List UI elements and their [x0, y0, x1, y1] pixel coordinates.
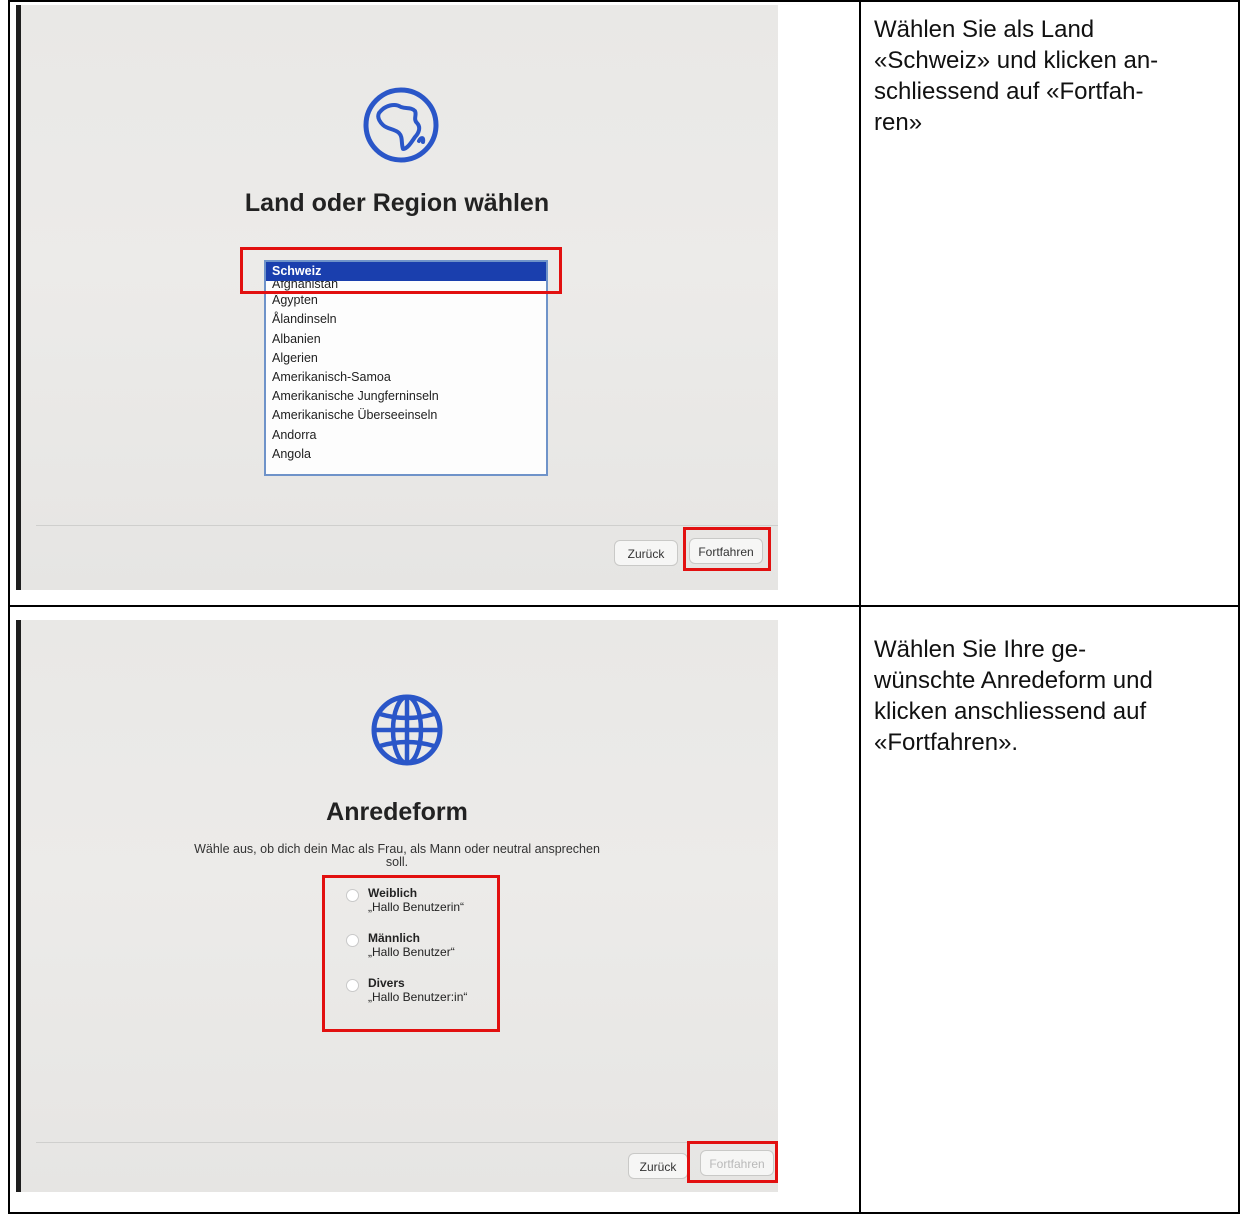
instruction-line: klicken anschliessend auf: [874, 698, 1147, 725]
footer-divider: [36, 1142, 778, 1143]
instruction-line: «Schweiz» und klicken an-: [874, 47, 1159, 74]
screen-bezel: [16, 620, 21, 1192]
list-item[interactable]: Amerikanische Überseeinseln: [266, 406, 546, 425]
highlight-box: [687, 1141, 778, 1183]
instruction-text: Wählen Sie Ihre ge- wünschte Anredeform …: [874, 634, 1219, 758]
back-button[interactable]: Zurück: [614, 540, 678, 566]
subtitle-line: soll.: [385, 855, 409, 869]
table-border-bottom: [8, 1212, 1240, 1214]
instruction-line: wünschte Anredeform und: [874, 667, 1153, 694]
globe-grid-icon: [371, 694, 443, 766]
instruction-line: Wählen Sie Ihre ge-: [874, 636, 1087, 663]
list-item[interactable]: Angola: [266, 445, 546, 464]
footer-divider: [36, 525, 778, 526]
table-border-right: [1238, 0, 1240, 1214]
back-button[interactable]: Zurück: [628, 1153, 688, 1179]
list-item[interactable]: Amerikanische Jungferninseln: [266, 387, 546, 406]
table-border-middle: [8, 605, 1240, 607]
list-item[interactable]: Albanien: [266, 330, 546, 349]
instruction-line: schliessend auf «Fortfah-: [874, 78, 1144, 105]
screen-title: Anredeform: [326, 798, 468, 826]
table-border-left: [8, 0, 10, 1214]
globe-africa-icon: [363, 87, 439, 163]
list-item[interactable]: Ålandinseln: [266, 310, 546, 329]
instruction-text: Wählen Sie als Land «Schweiz» und klicke…: [874, 14, 1219, 138]
screenshot-country-selection: Land oder Region wählen Schweiz Afghanis…: [16, 5, 778, 590]
screen-title: Land oder Region wählen: [244, 189, 550, 217]
instruction-line: «Fortfahren».: [874, 729, 1019, 756]
highlight-box: [240, 247, 562, 294]
list-item[interactable]: Algerien: [266, 349, 546, 368]
list-item[interactable]: Ägypten: [266, 291, 546, 310]
screen-bezel: [16, 5, 21, 590]
screenshot-salutation: Anredeform Wähle aus, ob dich dein Mac a…: [16, 620, 778, 1192]
instruction-line: Wählen Sie als Land: [874, 16, 1095, 43]
list-item[interactable]: Amerikanisch-Samoa: [266, 368, 546, 387]
screen-subtitle: Wähle aus, ob dich dein Mac als Frau, al…: [16, 843, 778, 869]
highlight-box: [322, 875, 500, 1032]
table-border-column: [859, 0, 861, 1214]
table-border-top: [8, 0, 1240, 2]
instruction-line: ren»: [874, 109, 923, 136]
list-item[interactable]: Andorra: [266, 426, 546, 445]
highlight-box: [683, 527, 771, 571]
